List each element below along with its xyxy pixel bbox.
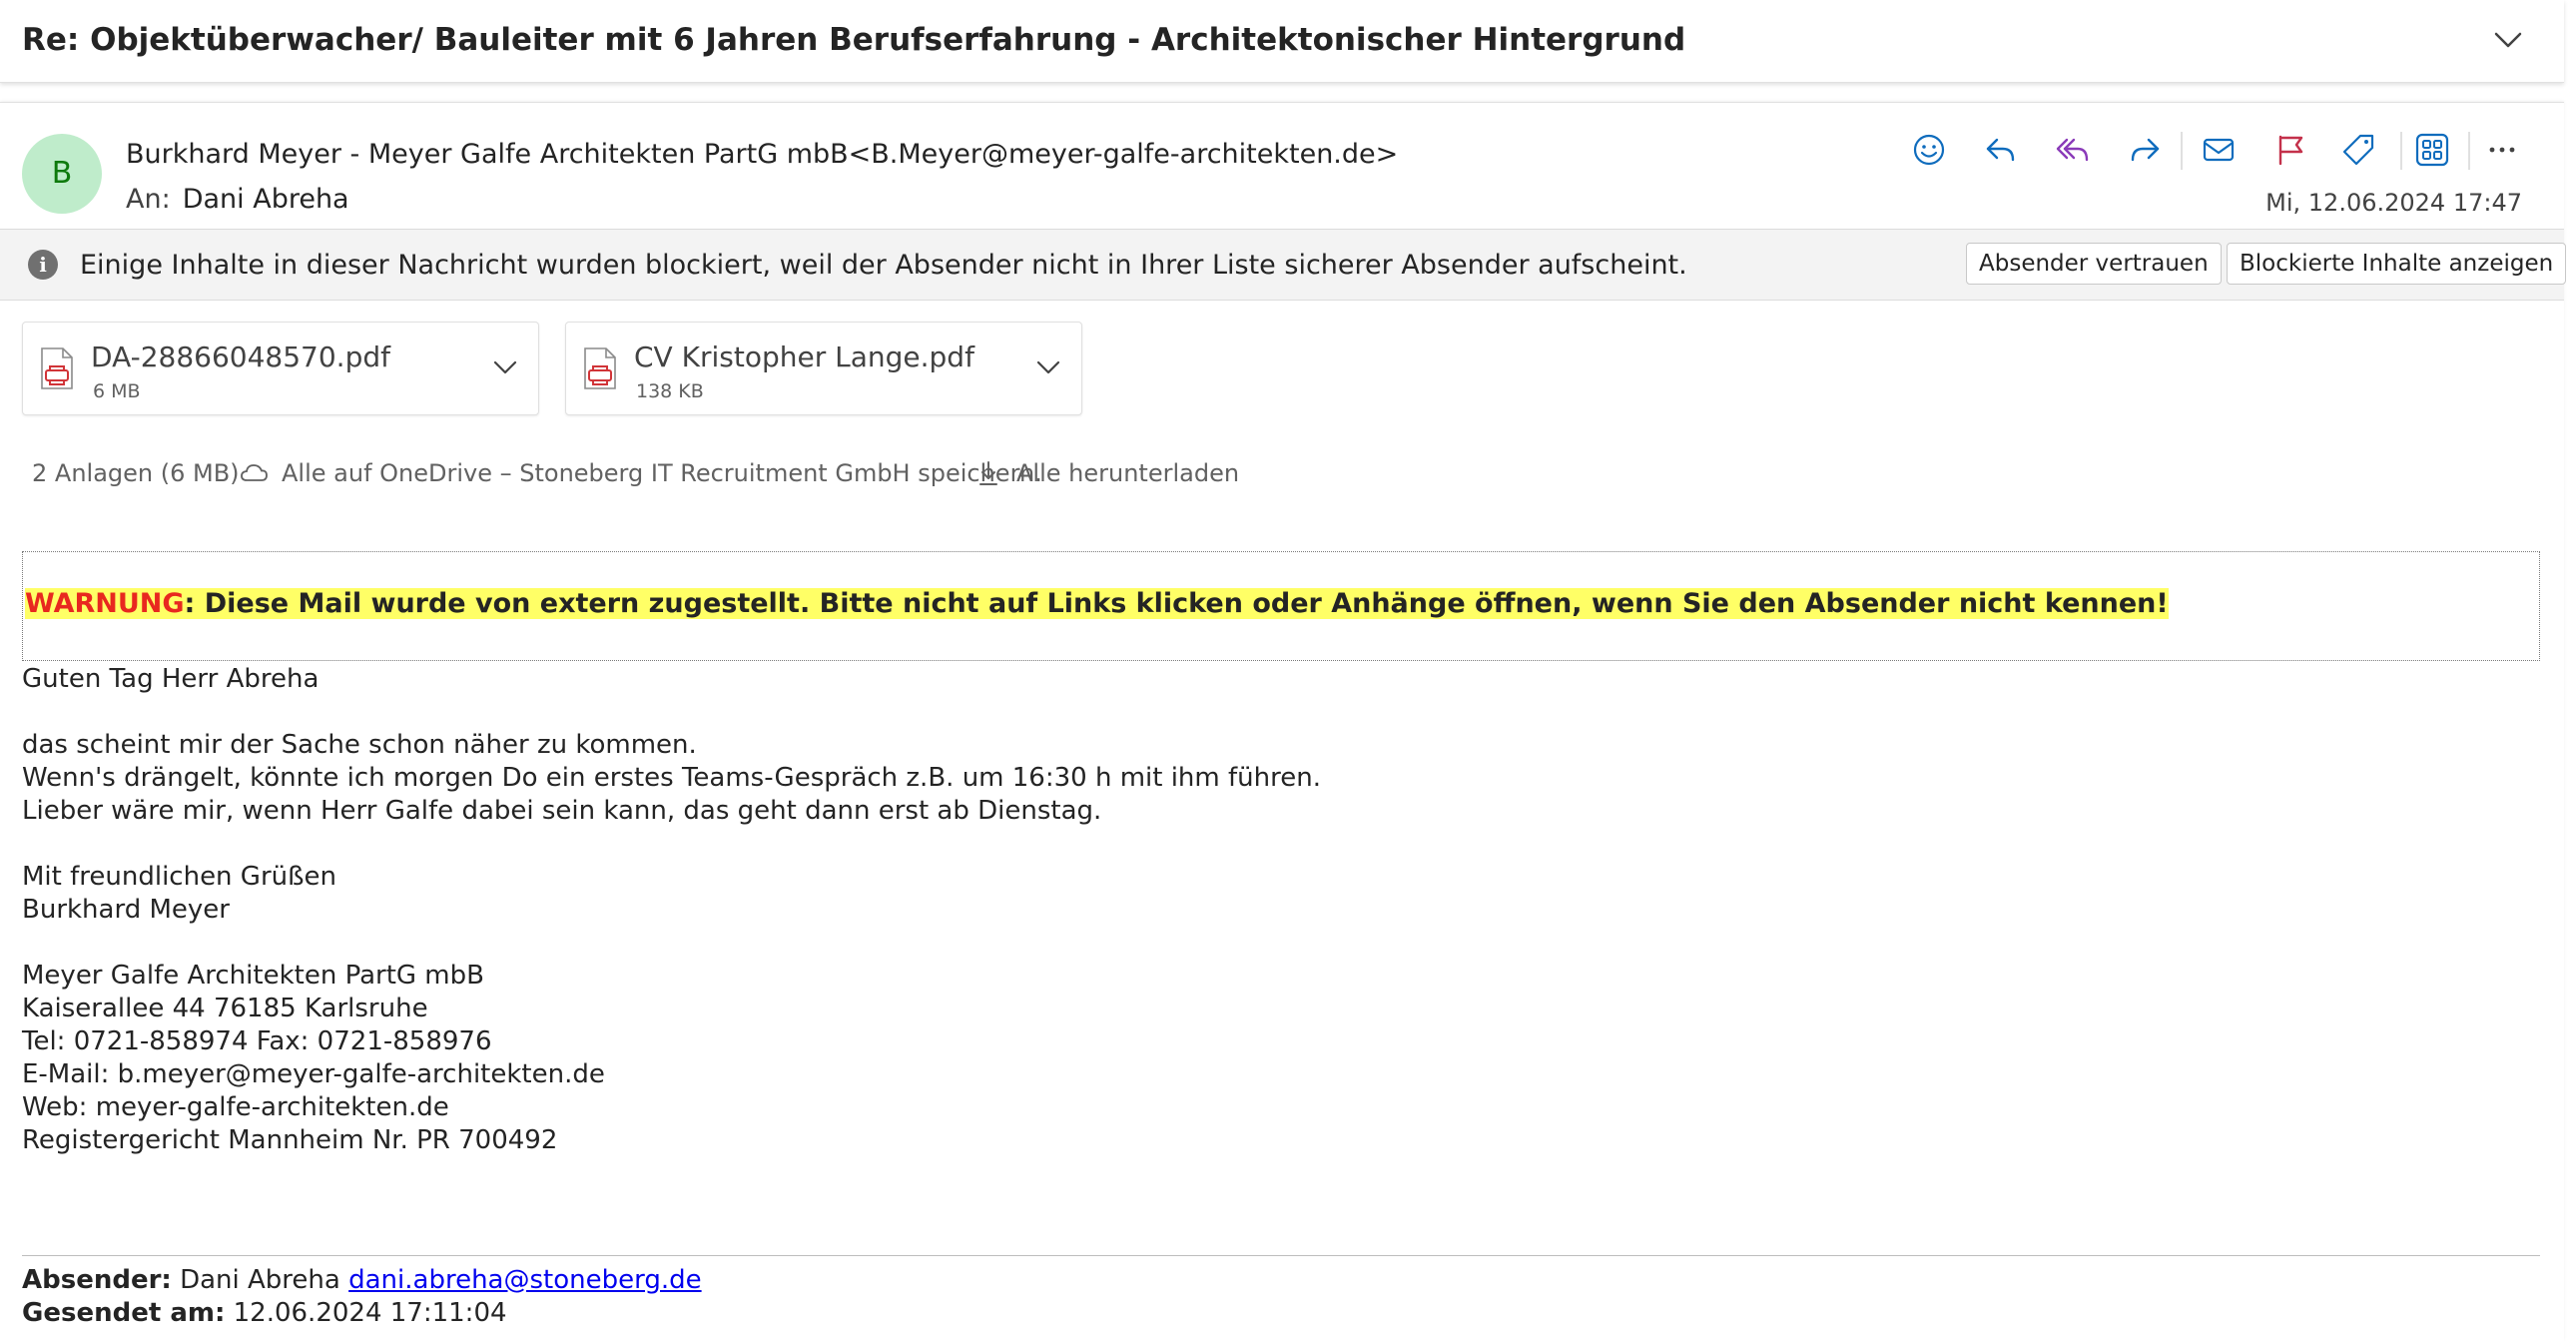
signature-name: Burkhard Meyer: [22, 895, 230, 925]
attachment-card[interactable]: DA-28866048570.pdf 6 MB: [22, 322, 539, 415]
blocked-content-infobar: i Einige Inhalte in dieser Nachricht wur…: [0, 229, 2567, 301]
warning-label: WARNUNG: [25, 588, 185, 619]
attachment-name: CV Kristopher Lange.pdf: [634, 340, 974, 373]
info-icon: i: [28, 250, 58, 280]
quoted-sender-name: Dani Abreha: [180, 1265, 340, 1295]
toolbar-separator: [2400, 132, 2402, 170]
quote-divider: [22, 1255, 2540, 1256]
email-subject: Re: Objektüberwacher/ Bauleiter mit 6 Ja…: [22, 22, 1686, 58]
attachment-count: 2 Anlagen (6 MB): [32, 459, 240, 487]
chevron-down-icon[interactable]: [2490, 22, 2526, 58]
sender-line[interactable]: Burkhard Meyer - Meyer Galfe Architekten…: [126, 139, 1398, 170]
toolbar-separator: [2468, 132, 2470, 170]
cloud-icon: [241, 464, 268, 481]
greeting: Guten Tag Herr Abreha: [22, 664, 320, 694]
download-icon: [979, 461, 997, 485]
body-paragraph-line: Wenn's drängelt, könnte ich morgen Do ei…: [22, 763, 1321, 793]
tag-icon[interactable]: [2334, 126, 2382, 174]
attachment-size: 138 KB: [636, 380, 704, 402]
signature-phone: Tel: 0721-858974 Fax: 0721-858976: [22, 1026, 492, 1056]
quoted-sent-label: Gesendet am:: [22, 1298, 226, 1328]
apps-icon[interactable]: [2408, 126, 2456, 174]
save-all-onedrive-link[interactable]: Alle auf OneDrive – Stoneberg IT Recruit…: [282, 459, 1042, 487]
download-all-link[interactable]: Alle herunterladen: [1016, 459, 1239, 487]
more-icon[interactable]: [2478, 126, 2526, 174]
quoted-sender: Absender: Dani Abreha dani.abreha@stoneb…: [22, 1265, 702, 1295]
recipient-line: An: Dani Abreha: [126, 184, 349, 215]
pdf-file-icon: [41, 347, 73, 389]
avatar[interactable]: B: [22, 134, 102, 214]
trust-sender-button[interactable]: Absender vertrauen: [1966, 243, 2222, 285]
quoted-sent: Gesendet am: 12.06.2024 17:11:04: [22, 1298, 507, 1328]
quoted-sent-value: 12.06.2024 17:11:04: [233, 1298, 507, 1328]
recipient-name[interactable]: Dani Abreha: [183, 184, 349, 215]
toolbar-separator: [2181, 132, 2183, 170]
chevron-down-icon[interactable]: [490, 352, 520, 382]
quoted-sender-email-link[interactable]: dani.abreha@stoneberg.de: [348, 1265, 702, 1295]
forward-icon[interactable]: [2121, 126, 2169, 174]
emoji-icon[interactable]: [1905, 126, 1953, 174]
closing: Mit freundlichen Grüßen: [22, 862, 336, 892]
attachment-size: 6 MB: [93, 380, 141, 402]
infobar-text: Einige Inhalte in dieser Nachricht wurde…: [80, 250, 1687, 281]
external-warning-box: WARNUNG: Diese Mail wurde von extern zug…: [22, 551, 2540, 661]
chevron-down-icon[interactable]: [1033, 352, 1063, 382]
pdf-file-icon: [584, 347, 616, 389]
signature-web: Web: meyer-galfe-architekten.de: [22, 1092, 449, 1122]
to-label: An:: [126, 184, 171, 215]
signature-address: Kaiserallee 44 76185 Karlsruhe: [22, 994, 428, 1023]
subject-bar: Re: Objektüberwacher/ Bauleiter mit 6 Ja…: [0, 0, 2564, 83]
reply-all-icon[interactable]: [2049, 126, 2097, 174]
signature-email: E-Mail: b.meyer@meyer-galfe-architekten.…: [22, 1059, 605, 1089]
external-warning: WARNUNG: Diese Mail wurde von extern zug…: [25, 588, 2169, 619]
attachment-name: DA-28866048570.pdf: [91, 340, 390, 373]
signature-register: Registergericht Mannheim Nr. PR 700492: [22, 1125, 558, 1155]
quoted-sender-label: Absender:: [22, 1265, 172, 1295]
attachment-card[interactable]: CV Kristopher Lange.pdf 138 KB: [565, 322, 1082, 415]
mark-unread-icon[interactable]: [2195, 126, 2243, 174]
signature-company: Meyer Galfe Architekten PartG mbB: [22, 961, 484, 991]
show-blocked-content-button[interactable]: Blockierte Inhalte anzeigen: [2227, 243, 2567, 285]
body-paragraph-line: das scheint mir der Sache schon näher zu…: [22, 730, 697, 760]
warning-text: : Diese Mail wurde von extern zugestellt…: [184, 588, 2169, 619]
reply-icon[interactable]: [1977, 126, 2025, 174]
body-paragraph-line: Lieber wäre mir, wenn Herr Galfe dabei s…: [22, 796, 1102, 826]
flag-icon[interactable]: [2266, 126, 2314, 174]
sent-date: Mi, 12.06.2024 17:47: [2265, 189, 2522, 217]
